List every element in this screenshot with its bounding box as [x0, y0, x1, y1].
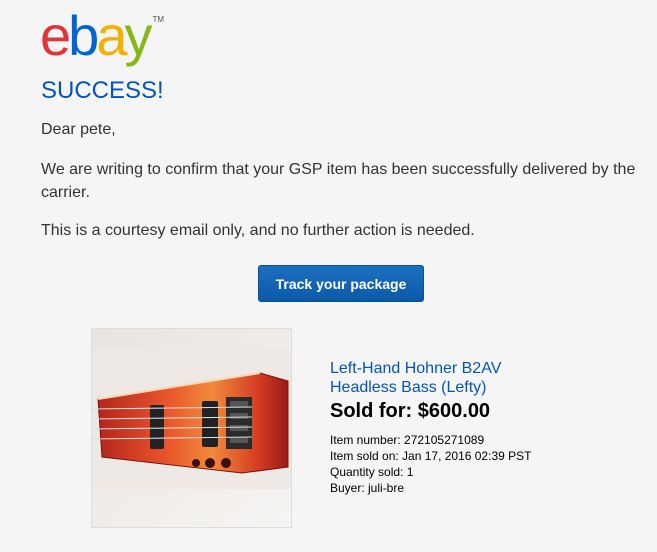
- item-number: Item number: 272105271089: [330, 433, 485, 447]
- sold-price: Sold for: $600.00: [330, 400, 491, 422]
- logo-letter-a: a: [96, 4, 127, 67]
- courtesy-message: This is a courtesy email only, and no fu…: [41, 222, 475, 239]
- quantity-sold: Quantity sold: 1: [330, 465, 414, 479]
- success-headline: SUCCESS!: [41, 77, 164, 104]
- trademark-mark: TM: [152, 15, 165, 24]
- logo-letter-b: b: [68, 4, 99, 67]
- confirmation-message: We are writing to confirm that your GSP …: [41, 161, 636, 201]
- logo-letter-e: e: [40, 4, 71, 67]
- track-package-button[interactable]: Track your package: [258, 265, 424, 302]
- logo-letter-y: y: [124, 4, 152, 67]
- ebay-logo: ebay TM: [40, 8, 164, 64]
- greeting: Dear pete,: [41, 121, 116, 138]
- bass-guitar-photo-icon: [92, 329, 291, 527]
- item-sold-date: Item sold on: Jan 17, 2016 02:39 PST: [330, 449, 532, 463]
- item-details: Item number: 272105271089 Item sold on: …: [330, 432, 531, 496]
- buyer: Buyer: juli-bre: [330, 481, 405, 495]
- item-title-link[interactable]: Left-Hand Hohner B2AV Headless Bass (Lef…: [330, 359, 530, 397]
- item-thumbnail[interactable]: [91, 328, 292, 528]
